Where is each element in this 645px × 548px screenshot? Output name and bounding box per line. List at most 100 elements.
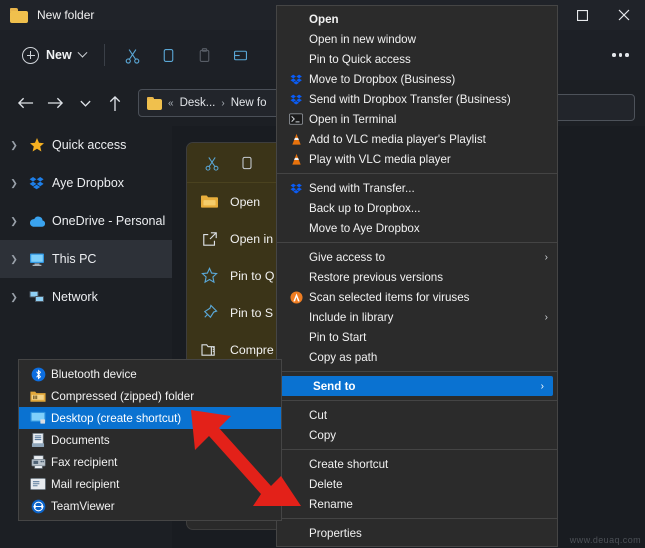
context-menu-item-cut[interactable]: Cut bbox=[277, 405, 557, 425]
menu-separator bbox=[277, 242, 557, 243]
breadcrumb-overflow[interactable]: « bbox=[168, 98, 174, 109]
breadcrumb-item-1[interactable]: New fo bbox=[231, 97, 267, 109]
classic-context-menu[interactable]: Open Open in new window Pin to Quick acc… bbox=[276, 5, 558, 547]
plus-icon bbox=[22, 47, 39, 64]
maximize-button[interactable] bbox=[561, 0, 603, 30]
context-menu-item-copy[interactable]: Copy bbox=[277, 425, 557, 445]
context-menu-item-properties[interactable]: Properties bbox=[277, 523, 557, 543]
context-menu-item-open-in-terminal[interactable]: Open in Terminal bbox=[277, 109, 557, 129]
folder-icon bbox=[10, 8, 28, 23]
menu-separator bbox=[277, 173, 557, 174]
context-menu-item-pin-to-quick-access[interactable]: Pin to Quick access bbox=[277, 49, 557, 69]
context-menu-item-move-to-dropbox[interactable]: Move to Dropbox (Business) bbox=[277, 69, 557, 89]
breadcrumb-separator: › bbox=[221, 98, 224, 109]
sendto-item-bluetooth-device[interactable]: Bluetooth device bbox=[19, 363, 281, 385]
context-menu-item-give-access-to[interactable]: Give access to › bbox=[277, 247, 557, 267]
sidebar-item-quick-access[interactable]: ❯ Quick access bbox=[0, 126, 172, 164]
fax-icon bbox=[25, 455, 51, 469]
forward-button[interactable] bbox=[40, 88, 70, 118]
new-button[interactable]: New bbox=[14, 43, 94, 68]
watermark: www.deuaq.com bbox=[570, 535, 641, 545]
menu-separator bbox=[277, 371, 557, 372]
folder-icon bbox=[147, 97, 162, 110]
sendto-item-desktop-create-shortcut[interactable]: Desktop (create shortcut) bbox=[19, 407, 281, 429]
sendto-item-mail-recipient[interactable]: Mail recipient bbox=[19, 473, 281, 495]
context-menu-item-include-in-library[interactable]: Include in library › bbox=[277, 307, 557, 327]
folder-icon bbox=[201, 193, 218, 210]
open-new-icon bbox=[201, 230, 218, 247]
sidebar-item-label: This PC bbox=[52, 252, 96, 266]
context-menu-item-send-to[interactable]: Send to › bbox=[281, 376, 553, 396]
back-button[interactable] bbox=[10, 88, 40, 118]
win11-menu-item-label: Open bbox=[230, 195, 260, 209]
copy-icon[interactable] bbox=[238, 154, 255, 171]
context-menu-item-pin-to-start[interactable]: Pin to Start bbox=[277, 327, 557, 347]
context-menu-item-add-to-vlc-playlist[interactable]: Add to VLC media player's Playlist bbox=[277, 129, 557, 149]
context-menu-item-restore-previous-versions[interactable]: Restore previous versions bbox=[277, 267, 557, 287]
up-button[interactable] bbox=[100, 88, 130, 118]
recent-locations-button[interactable] bbox=[70, 88, 100, 118]
copy-button[interactable] bbox=[151, 39, 187, 71]
sidebar-item-label: Network bbox=[52, 290, 98, 304]
context-menu-item-scan-for-viruses[interactable]: Scan selected items for viruses bbox=[277, 287, 557, 307]
win11-menu-item-label: Open in bbox=[230, 232, 273, 246]
zip-icon bbox=[201, 341, 218, 358]
context-menu-item-create-shortcut[interactable]: Create shortcut bbox=[277, 454, 557, 474]
context-menu-item-delete[interactable]: Delete bbox=[277, 474, 557, 494]
paste-button bbox=[187, 39, 223, 71]
sendto-item-compressed-folder[interactable]: Compressed (zipped) folder bbox=[19, 385, 281, 407]
sidebar-item-aye-dropbox[interactable]: ❯ Aye Dropbox bbox=[0, 164, 172, 202]
sidebar-item-network[interactable]: ❯ Network bbox=[0, 278, 172, 316]
sidebar-item-label: Aye Dropbox bbox=[52, 176, 124, 190]
chevron-right-icon[interactable]: ❯ bbox=[6, 254, 22, 265]
context-menu-item-open[interactable]: Open bbox=[277, 9, 557, 29]
desktop-icon bbox=[25, 411, 51, 425]
context-menu-item-back-up-to-dropbox[interactable]: Back up to Dropbox... bbox=[277, 198, 557, 218]
menu-separator bbox=[277, 449, 557, 450]
chevron-right-icon[interactable]: ❯ bbox=[6, 178, 22, 189]
context-menu-item-send-with-transfer[interactable]: Send with Transfer... bbox=[277, 178, 557, 198]
dropbox-icon bbox=[285, 73, 307, 86]
mail-icon bbox=[25, 478, 51, 490]
context-menu-item-copy-as-path[interactable]: Copy as path bbox=[277, 347, 557, 367]
vlc-icon bbox=[285, 133, 307, 146]
sidebar-item-onedrive[interactable]: ❯ OneDrive - Personal bbox=[0, 202, 172, 240]
chevron-right-icon[interactable]: ❯ bbox=[6, 140, 22, 151]
window-controls bbox=[561, 0, 645, 30]
dropbox-icon bbox=[28, 174, 46, 192]
network-icon bbox=[28, 288, 46, 306]
sidebar-item-label: Quick access bbox=[52, 138, 126, 152]
sidebar-item-this-pc[interactable]: ❯ This PC bbox=[0, 240, 172, 278]
new-button-label: New bbox=[46, 48, 72, 62]
sendto-item-documents[interactable]: Documents bbox=[19, 429, 281, 451]
star-outline-icon bbox=[201, 267, 218, 284]
rename-button[interactable] bbox=[223, 39, 259, 71]
bluetooth-icon bbox=[25, 367, 51, 382]
chevron-down-icon bbox=[77, 47, 87, 57]
context-menu-item-rename[interactable]: Rename bbox=[277, 494, 557, 514]
context-menu-item-open-in-new-window[interactable]: Open in new window bbox=[277, 29, 557, 49]
scissors-icon[interactable] bbox=[203, 154, 220, 171]
terminal-icon bbox=[285, 113, 307, 125]
context-menu-item-play-with-vlc[interactable]: Play with VLC media player bbox=[277, 149, 557, 169]
breadcrumb-item-0[interactable]: Desk... bbox=[180, 97, 216, 109]
cut-button[interactable] bbox=[115, 39, 151, 71]
sendto-item-teamviewer[interactable]: TeamViewer bbox=[19, 495, 281, 517]
chevron-right-icon[interactable]: ❯ bbox=[6, 292, 22, 303]
ellipsis-icon[interactable] bbox=[612, 53, 629, 57]
chevron-right-icon[interactable]: ❯ bbox=[6, 216, 22, 227]
close-button[interactable] bbox=[603, 0, 645, 30]
zipfolder-icon bbox=[25, 389, 51, 403]
win11-menu-item-label: Pin to S bbox=[230, 306, 273, 320]
context-menu-item-move-to-aye-dropbox[interactable]: Move to Aye Dropbox bbox=[277, 218, 557, 238]
sendto-item-fax-recipient[interactable]: Fax recipient bbox=[19, 451, 281, 473]
documents-icon bbox=[25, 433, 51, 448]
send-to-submenu[interactable]: Bluetooth device Compressed (zipped) fol… bbox=[18, 359, 282, 521]
teamviewer-icon bbox=[25, 499, 51, 514]
win11-menu-item-label: Compre bbox=[230, 343, 274, 357]
win11-menu-item-label: Pin to Q bbox=[230, 269, 274, 283]
file-explorer-window: New folder New bbox=[0, 0, 645, 548]
context-menu-item-send-with-dropbox-transfer[interactable]: Send with Dropbox Transfer (Business) bbox=[277, 89, 557, 109]
vlc-icon bbox=[285, 153, 307, 166]
chevron-right-icon: › bbox=[545, 312, 548, 323]
